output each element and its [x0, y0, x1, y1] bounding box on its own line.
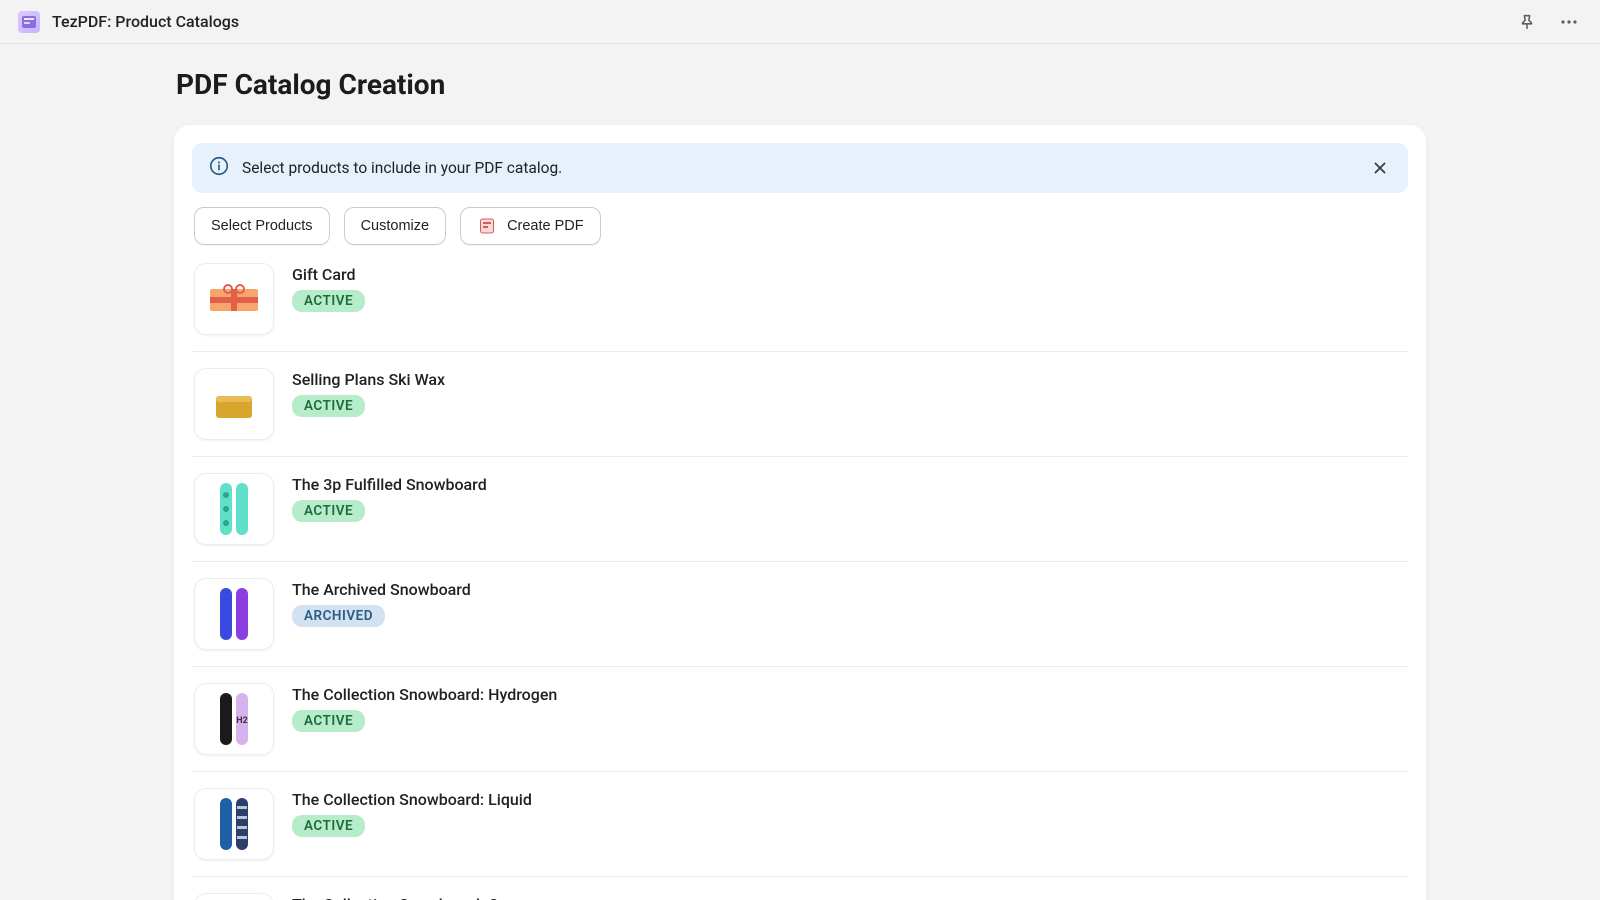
product-thumbnail	[194, 893, 274, 900]
customize-label: Customize	[361, 218, 430, 234]
product-row[interactable]: The Archived Snowboard ARCHIVED	[192, 562, 1408, 667]
close-icon	[1371, 159, 1389, 177]
product-list: Gift Card ACTIVE Selling Plans Ski Wax ACT…	[192, 259, 1408, 900]
page-title: PDF Catalog Creation	[174, 68, 1426, 101]
product-name: The 3p Fulfilled Snowboard	[292, 475, 487, 494]
product-row[interactable]: The Collection Snowboard: OxygenACTIVE	[192, 877, 1408, 900]
product-thumbnail	[194, 578, 274, 650]
product-name: Selling Plans Ski Wax	[292, 370, 445, 389]
product-row[interactable]: Gift Card ACTIVE	[192, 259, 1408, 352]
pdf-icon	[477, 216, 497, 236]
product-name: The Archived Snowboard	[292, 580, 471, 599]
top-bar: TezPDF: Product Catalogs	[0, 0, 1600, 44]
close-banner-button[interactable]	[1368, 156, 1392, 180]
product-thumbnail	[194, 473, 274, 545]
status-badge: ARCHIVED	[292, 605, 385, 627]
status-badge: ACTIVE	[292, 290, 365, 312]
product-row[interactable]: Selling Plans Ski Wax ACTIVE	[192, 352, 1408, 457]
create-pdf-label: Create PDF	[507, 218, 584, 234]
more-icon[interactable]	[1556, 9, 1582, 35]
status-badge: ACTIVE	[292, 500, 365, 522]
customize-button[interactable]: Customize	[344, 207, 447, 245]
product-name: The Collection Snowboard: Hydrogen	[292, 685, 557, 704]
create-pdf-button[interactable]: Create PDF	[460, 207, 601, 245]
product-row[interactable]: The Collection Snowboard: Liquid ACTIVE	[192, 772, 1408, 877]
status-badge: ACTIVE	[292, 815, 365, 837]
info-banner: Select products to include in your PDF c…	[192, 143, 1408, 193]
info-banner-text: Select products to include in your PDF c…	[242, 159, 562, 177]
product-thumbnail	[194, 263, 274, 335]
status-badge: ACTIVE	[292, 710, 365, 732]
svg-text:H2: H2	[236, 716, 248, 726]
product-row[interactable]: The 3p Fulfilled Snowboard ACTIVE	[192, 457, 1408, 562]
info-icon	[208, 155, 230, 181]
status-badge: ACTIVE	[292, 395, 365, 417]
pin-icon[interactable]	[1514, 9, 1540, 35]
product-row[interactable]: H2 The Collection Snowboard: Hydrogen ACT…	[192, 667, 1408, 772]
app-logo-icon	[18, 11, 40, 33]
product-thumbnail	[194, 788, 274, 860]
select-products-button[interactable]: Select Products	[194, 207, 330, 245]
catalog-card: Select products to include in your PDF c…	[174, 125, 1426, 900]
app-title: TezPDF: Product Catalogs	[52, 12, 239, 31]
product-name: The Collection Snowboard: Liquid	[292, 790, 532, 809]
action-toolbar: Select Products Customize Create PDF	[192, 207, 1408, 245]
select-products-label: Select Products	[211, 218, 313, 234]
product-thumbnail: H2	[194, 683, 274, 755]
product-thumbnail	[194, 368, 274, 440]
product-name: The Collection Snowboard: Oxygen	[292, 895, 541, 900]
product-name: Gift Card	[292, 265, 365, 284]
